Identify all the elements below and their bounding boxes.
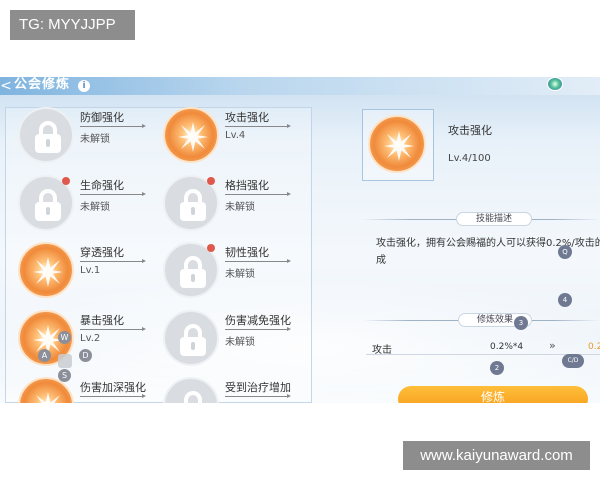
skill-status: 未解锁 [80,134,110,145]
skill-description-cont: 成 [376,255,386,266]
selected-skill-level: Lv.4/100 [448,153,491,164]
skill-card-8[interactable]: 伤害减免强化 未解锁 [163,310,323,380]
dpad-right-key[interactable]: D [79,349,92,362]
burst-icon [384,131,414,161]
skill-card-2[interactable]: 攻击强化 Lv.4 [163,107,323,177]
skill-card-10[interactable]: 受到治疗增加 [163,377,323,403]
skill-burst-icon [18,242,74,298]
skill-card-4[interactable]: 格挡强化 未解锁 [163,175,323,245]
skill-card-1[interactable]: 防御强化 未解锁 [18,107,178,177]
skill-underline [225,259,291,263]
dpad-left-key[interactable]: A [38,349,51,362]
key-badge: 4 [558,293,572,307]
skill-name: 防御强化 [80,111,124,124]
header-bar: < 公会修炼 i [0,77,600,95]
skill-underline [80,327,146,331]
key-badge: 3 [514,316,528,330]
effect-arrow-icon: » [549,339,556,352]
effect-next-value: 0.2 [588,342,600,352]
selected-skill-icon [368,115,426,173]
skill-name: 暴击强化 [80,314,124,327]
train-button[interactable]: 修炼 [398,386,588,403]
lock-icon [163,377,219,403]
lock-icon [18,107,74,163]
effect-current-value: 0.2%*4 [490,342,524,352]
effect-row: 攻击 0.2%*4 » 0.2 [366,339,600,356]
page-title: 公会修炼 [14,77,71,92]
skill-status: 未解锁 [80,202,110,213]
desc-tab: 技能描述 [456,212,532,226]
skill-status: Lv.1 [80,265,101,276]
skill-card-9[interactable]: 伤害加深强化 [18,377,178,403]
currency-orb-icon[interactable] [547,77,563,91]
skill-status: 未解锁 [225,202,255,213]
dpad-center [58,354,72,368]
dpad-up-key[interactable]: W [58,331,71,344]
skill-burst-icon [163,107,219,163]
back-icon[interactable]: < [0,77,12,95]
info-icon[interactable]: i [78,80,90,92]
skill-underline [80,192,146,196]
skill-name: 穿透强化 [80,246,124,259]
effect-label: 攻击 [372,345,392,356]
skill-name: 受到治疗增加 [225,381,291,394]
skill-underline [80,259,146,263]
skill-underline [80,394,146,398]
screenshot: TG: MYYJJPP < 公会修炼 i 防御强化未解锁 攻击强化 Lv.4 生命强化… [0,0,600,480]
notification-dot [207,177,215,185]
skill-underline [225,192,291,196]
key-badge: C/D [562,354,584,368]
skill-name: 韧性强化 [225,246,269,259]
key-badge: Q [558,245,572,259]
skill-name: 生命强化 [80,179,124,192]
skill-underline [225,394,291,398]
watermark-top-left: TG: MYYJJPP [10,10,135,40]
skill-status: Lv.2 [80,333,101,344]
skill-name: 攻击强化 [225,111,269,124]
game-viewport: < 公会修炼 i 防御强化 未解锁 攻击强化 Lv.4 生命强化 未解锁 格挡强化 未解锁 穿透… [0,77,600,403]
lock-icon [163,310,219,366]
selected-skill-name: 攻击强化 [448,124,492,137]
skill-card-5[interactable]: 穿透强化 Lv.1 [18,242,178,312]
skill-status: 未解锁 [225,337,255,348]
skill-status: Lv.4 [225,130,246,141]
skill-name: 伤害减免强化 [225,314,291,327]
skill-underline [225,327,291,331]
skill-status: 未解锁 [225,269,255,280]
dpad-down-key[interactable]: S [58,369,71,382]
skill-underline [225,124,291,128]
skill-underline [80,124,146,128]
key-badge: 2 [490,361,504,375]
notification-dot [207,244,215,252]
skill-name: 伤害加深强化 [80,381,146,394]
skill-card-3[interactable]: 生命强化 未解锁 [18,175,178,245]
watermark-bottom-right: www.kaiyunaward.com [403,441,590,470]
skill-card-7[interactable]: 暴击强化 Lv.2 [18,310,178,380]
notification-dot [62,177,70,185]
skill-name: 格挡强化 [225,179,269,192]
skill-card-6[interactable]: 韧性强化 未解锁 [163,242,323,312]
